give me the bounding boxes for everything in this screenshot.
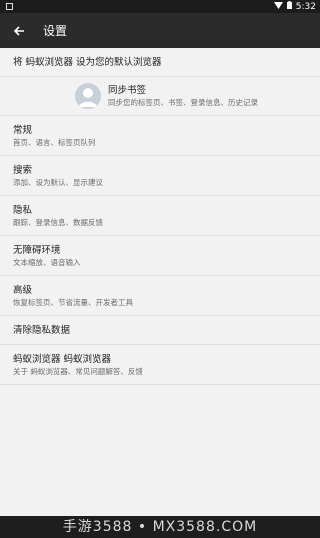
privacy-title: 隐私 [13,204,33,216]
settings-item-general[interactable]: 常规 首页、语言、标签页队列 [0,116,320,156]
user-icon [79,88,97,107]
accessibility-title: 无障碍环境 [13,244,61,256]
general-title: 常规 [13,124,33,136]
set-default-browser-label: 将 蚂蚁浏览器 设为您的默认浏览器 [13,56,162,68]
arrow-left-icon [13,25,24,36]
settings-item-search[interactable]: 搜索 添加、设为默认、显示建议 [0,156,320,196]
clear-private-data-label: 清除隐私数据 [13,324,71,336]
back-button[interactable] [0,13,38,48]
battery-icon [286,1,292,12]
watermark: 手游3588 • MX3588.COM [62,519,258,535]
advanced-title: 高级 [13,284,33,296]
general-subtitle: 首页、语言、标签页队列 [13,137,96,147]
privacy-subtitle: 跟踪、登录信息、数据反馈 [13,217,103,227]
set-default-browser-item[interactable]: 将 蚂蚁浏览器 设为您的默认浏览器 [0,48,320,77]
clear-private-data-item[interactable]: 清除隐私数据 [0,316,320,345]
settings-item-privacy[interactable]: 隐私 跟踪、登录信息、数据反馈 [0,196,320,236]
settings-list: 将 蚂蚁浏览器 设为您的默认浏览器 同步书签 同步您的标签页、书签、登录信息、历… [0,48,320,385]
status-bar: 5:32 [0,0,320,13]
search-subtitle: 添加、设为默认、显示建议 [13,177,103,187]
advanced-subtitle: 恢复标签页、节省流量、开发者工具 [13,297,133,307]
settings-item-advanced[interactable]: 高级 恢复标签页、节省流量、开发者工具 [0,276,320,316]
app-bar: 设置 [0,13,320,48]
settings-item-accessibility[interactable]: 无障碍环境 文本缩放、语音输入 [0,236,320,276]
accessibility-subtitle: 文本缩放、语音输入 [13,257,81,267]
about-title: 蚂蚁浏览器 蚂蚁浏览器 [13,353,112,365]
avatar [75,83,101,109]
notification-icon [6,3,13,10]
status-time: 5:32 [295,1,316,12]
page-title: 设置 [43,24,68,38]
search-title: 搜索 [13,164,33,176]
about-subtitle: 关于 蚂蚁浏览器、常见问题解答、反馈 [13,366,143,376]
sync-title: 同步书签 [108,85,147,96]
settings-item-about[interactable]: 蚂蚁浏览器 蚂蚁浏览器 关于 蚂蚁浏览器、常见问题解答、反馈 [0,345,320,385]
sync-bookmarks-item[interactable]: 同步书签 同步您的标签页、书签、登录信息、历史记录 [0,77,320,116]
wifi-icon [273,1,283,12]
sync-subtitle: 同步您的标签页、书签、登录信息、历史记录 [108,98,258,107]
